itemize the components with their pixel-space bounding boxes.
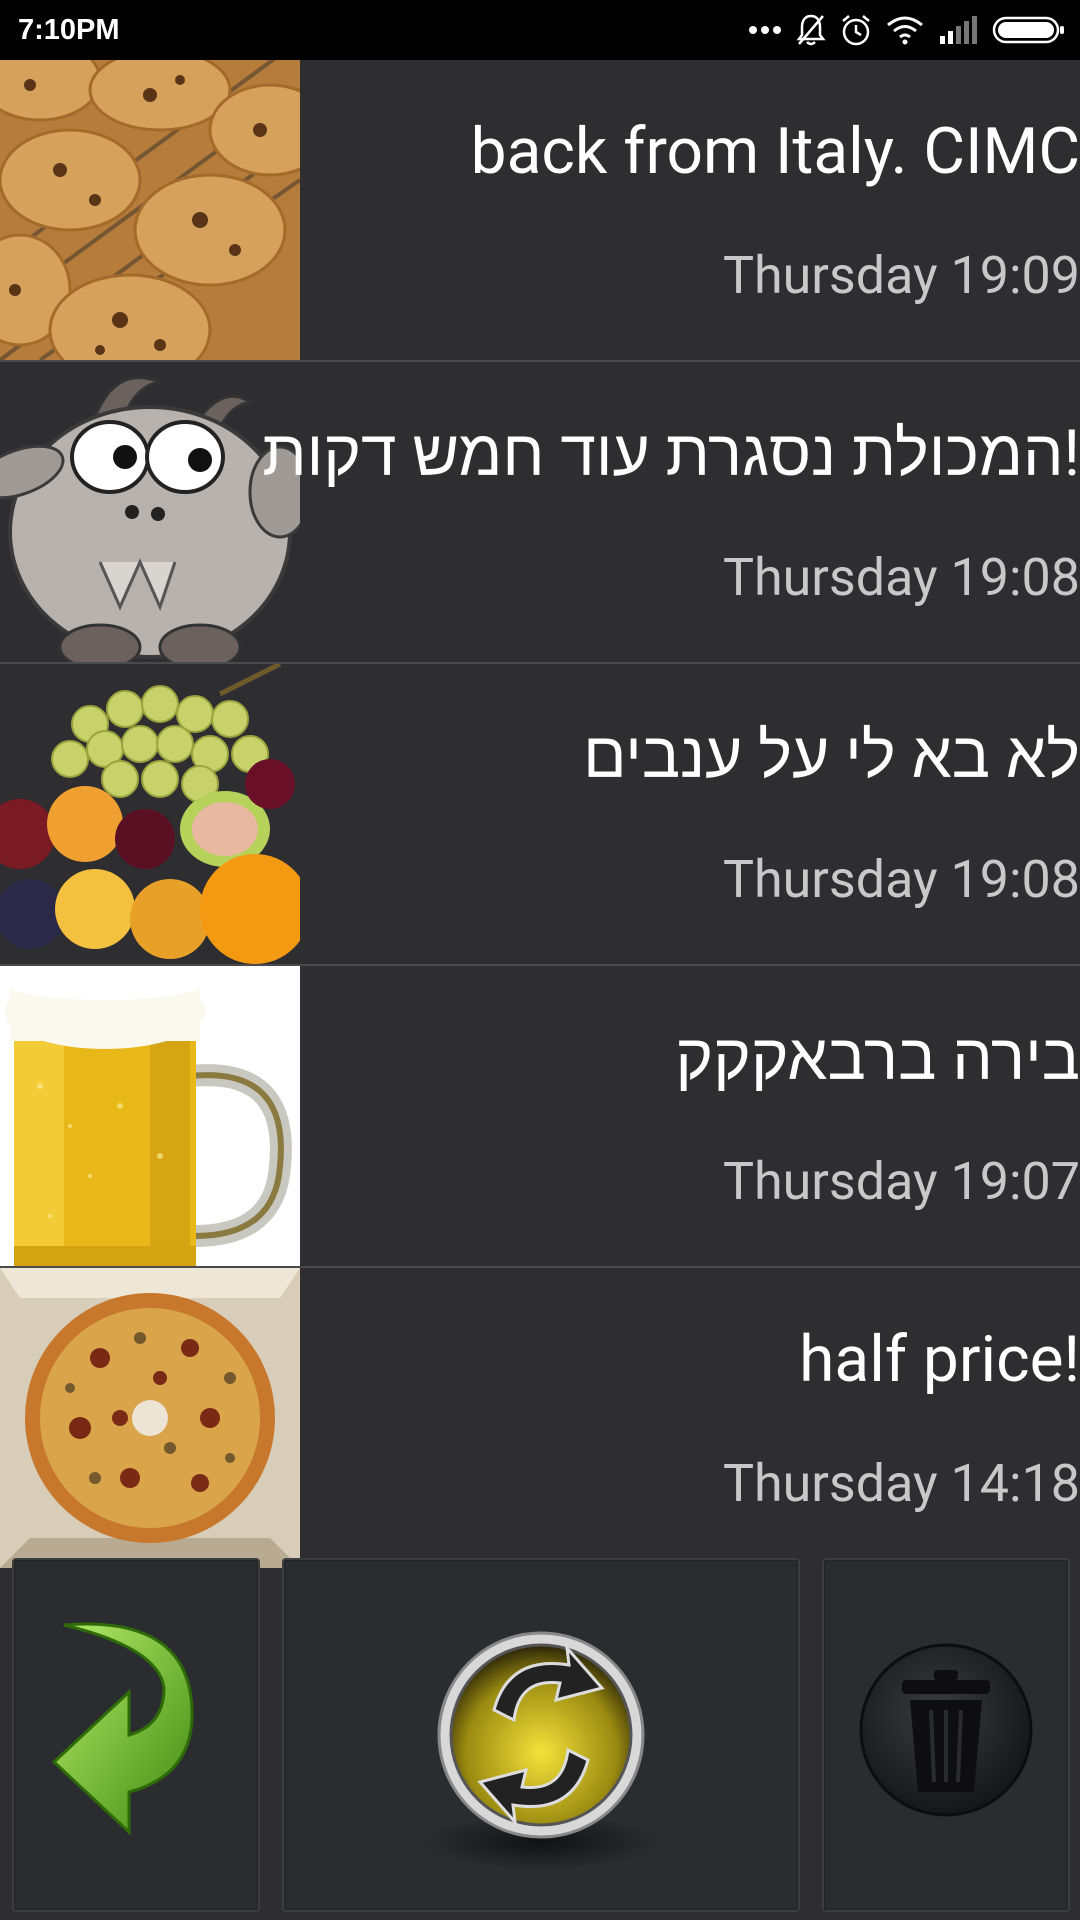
message-text: back from Italy. CIMC <box>470 114 1080 189</box>
message-timestamp: Thursday 14:18 <box>722 1453 1080 1514</box>
status-bar: 7:10PM <box>0 0 1080 60</box>
pizza-thumbnail <box>0 1268 300 1568</box>
beer-thumbnail <box>0 966 300 1266</box>
cookies-thumbnail <box>0 60 300 360</box>
message-row[interactable]: המכולת נסגרת עוד חמש דקות! Thursday 19:0… <box>0 362 1080 664</box>
fruit-thumbnail <box>0 664 300 964</box>
reply-arrow-icon <box>51 1622 194 1836</box>
message-text: בירה ברבאקקק <box>675 1020 1080 1095</box>
wifi-icon <box>886 15 924 45</box>
message-text: half price! <box>799 1322 1080 1397</box>
more-dots-icon <box>748 24 782 36</box>
bell-off-icon <box>796 13 826 47</box>
message-text: המכולת נסגרת עוד חמש דקות! <box>262 416 1080 491</box>
message-timestamp: Thursday 19:07 <box>722 1151 1080 1212</box>
battery-icon <box>992 15 1066 45</box>
message-row[interactable]: בירה ברבאקקק Thursday 19:07 <box>0 966 1080 1268</box>
status-time: 7:10PM <box>18 13 120 46</box>
message-timestamp: Thursday 19:09 <box>722 245 1080 306</box>
message-timestamp: Thursday 19:08 <box>722 849 1080 910</box>
trash-icon <box>859 1643 1033 1817</box>
message-text: לא בא לי על ענבים <box>583 718 1080 793</box>
signal-icon <box>938 16 978 44</box>
goat-thumbnail <box>0 362 300 662</box>
alarm-icon <box>840 13 872 47</box>
reply-button[interactable] <box>12 1558 260 1912</box>
message-timestamp: Thursday 19:08 <box>722 547 1080 608</box>
refresh-icon <box>421 1631 661 1870</box>
message-row[interactable]: back from Italy. CIMC Thursday 19:09 <box>0 60 1080 362</box>
delete-button[interactable] <box>822 1558 1070 1912</box>
message-list: back from Italy. CIMC Thursday 19:09 המכ… <box>0 60 1080 1568</box>
message-row[interactable]: half price! Thursday 14:18 <box>0 1268 1080 1568</box>
message-row[interactable]: לא בא לי על ענבים Thursday 19:08 <box>0 664 1080 966</box>
refresh-button[interactable] <box>282 1558 800 1912</box>
action-bar <box>0 1558 1080 1920</box>
